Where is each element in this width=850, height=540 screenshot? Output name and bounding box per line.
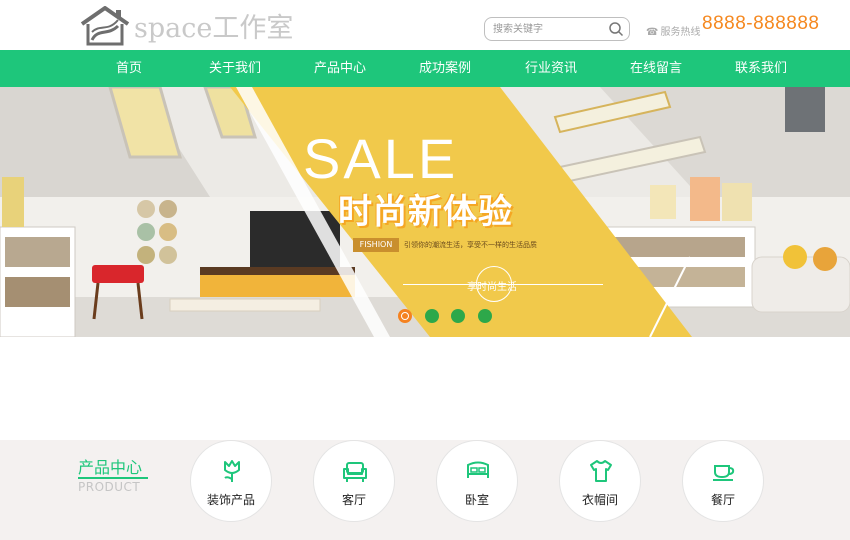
category-label: 餐厅 [710,493,735,507]
search-box [484,17,630,41]
nav-item-products[interactable]: 产品中心 [300,50,380,87]
category-label: 客厅 [341,493,366,507]
section-title: 产品中心 [78,458,143,477]
phone-number: 8888-888888 [702,13,820,34]
banner-tag: FISHION [353,238,399,252]
banner-tagline: 引领你的潮流生活，享受不一样的生活品质 [404,241,537,249]
banner-headline: SALE [303,127,459,190]
slide-dot-2[interactable] [425,309,439,323]
logo-text: space工作室 [134,13,294,44]
nav-item-contact[interactable]: 联系我们 [721,50,801,87]
search-input[interactable] [493,21,603,37]
category-dining-room[interactable]: 餐厅 [682,440,764,522]
category-bedroom[interactable]: 卧室 [436,440,518,522]
category-label: 卧室 [464,493,489,507]
phone-icon: ☎ [646,27,659,38]
hotline-label: 服务热线 [660,27,701,38]
house-logo-icon [80,6,130,46]
slide-dot-4[interactable] [478,309,492,323]
cup-icon [713,465,735,481]
hotline: ☎ 服务热线 [646,23,700,38]
site-header: space工作室 ☎服务热线 8888-888888 [0,0,850,50]
nav-item-about[interactable]: 关于我们 [195,50,275,87]
category-cloakroom[interactable]: 衣帽间 [559,440,641,522]
main-nav: 首页 关于我们 产品中心 成功案例 行业资讯 在线留言 联系我们 [0,50,850,87]
category-living-room[interactable]: 客厅 [313,440,395,522]
nav-item-message[interactable]: 在线留言 [616,50,696,87]
section-subtitle: PRODUCT [78,480,141,494]
banner-circle-text: 享时尚生活 [467,282,517,293]
slide-dot-1[interactable] [398,309,412,323]
category-decor[interactable]: 装饰产品 [190,440,272,522]
bed-icon [467,461,489,478]
sofa-icon [343,462,367,482]
nav-item-cases[interactable]: 成功案例 [405,50,485,87]
category-label: 装饰产品 [206,493,255,507]
nav-item-home[interactable]: 首页 [89,50,169,87]
hero-banner: SALE 时尚新体验 FISHION 引领你的潮流生活，享受不一样的生活品质 享… [0,87,850,337]
banner-slogan: 时尚新体验 [338,192,513,232]
shirt-icon [590,460,612,482]
nav-item-news[interactable]: 行业资讯 [511,50,591,87]
search-icon[interactable] [608,21,624,37]
slide-dot-3[interactable] [451,309,465,323]
category-label: 衣帽间 [581,493,618,507]
tulip-icon [224,460,240,482]
section-divider [78,477,148,479]
site-logo[interactable]: space工作室 [78,6,293,46]
